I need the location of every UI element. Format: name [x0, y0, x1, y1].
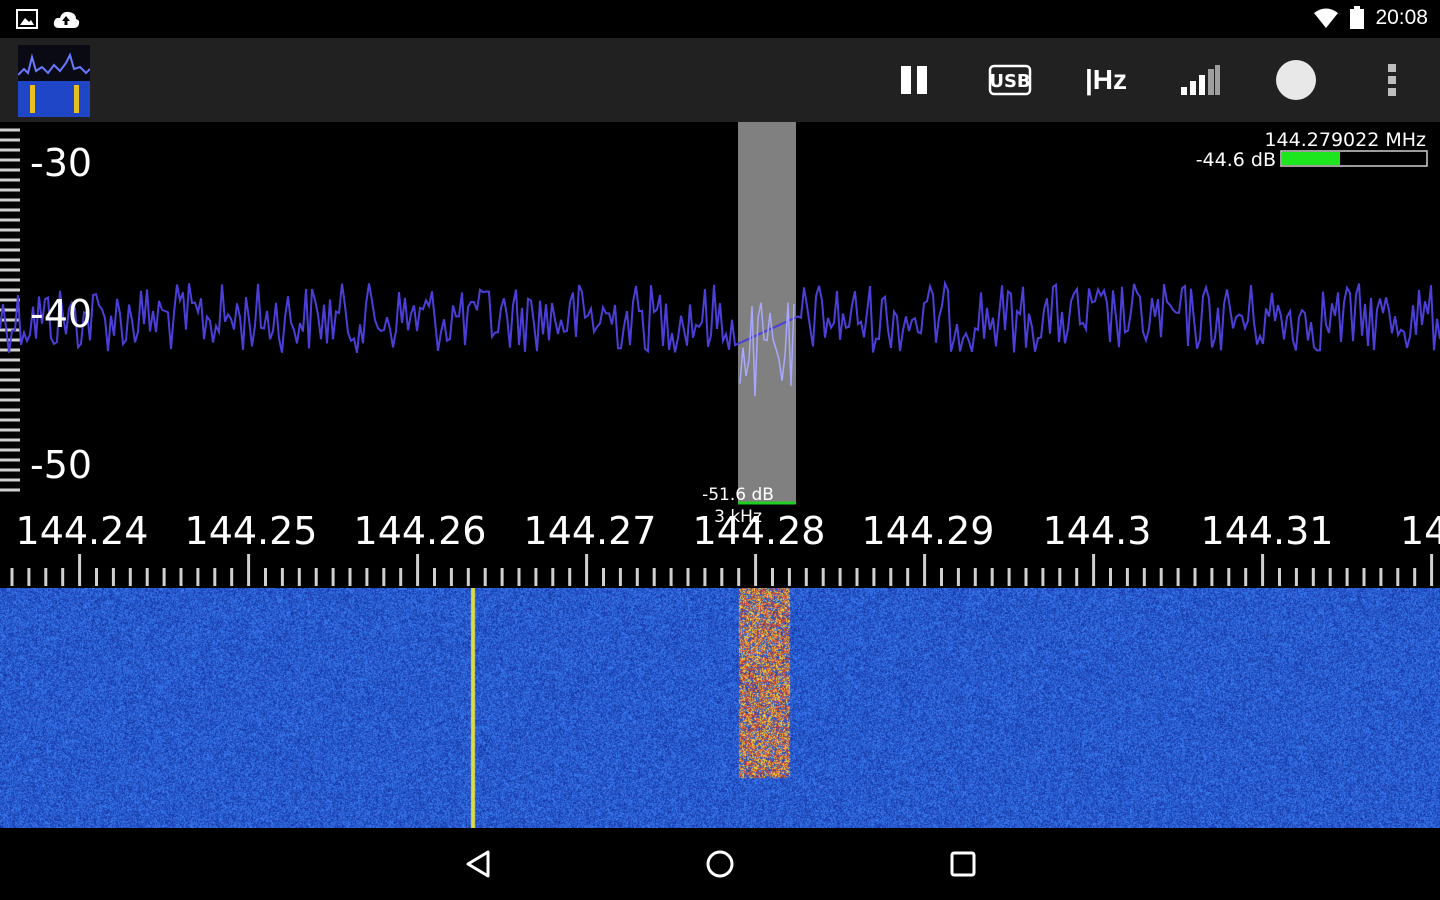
- home-circle-icon: [706, 850, 734, 878]
- spectrum-view[interactable]: -30 -40 -50 144.279022 MHz -44.6 dB -51.…: [0, 122, 1440, 588]
- level-label-40: -40: [30, 292, 92, 336]
- signal-strength-button[interactable]: [1176, 58, 1224, 102]
- action-bar: USB |Hz: [0, 38, 1440, 122]
- spectrum-trace: [0, 279, 1440, 354]
- signal-level: -44.6 dB: [1196, 149, 1276, 171]
- waterfall-canvas[interactable]: [0, 588, 1440, 828]
- frequency-axis-labels: 144.24 144.25 144.26 144.27 144.28 144.2…: [16, 509, 1440, 553]
- freq-label: 144.25: [185, 509, 318, 553]
- freq-label: 144: [1400, 509, 1440, 553]
- signal-level-meter: [1280, 150, 1428, 167]
- freq-label: 144.28: [693, 509, 826, 553]
- clock: 20:08: [1375, 6, 1428, 29]
- battery-icon: [1350, 6, 1365, 29]
- level-label-50: -50: [30, 443, 92, 487]
- recents-square-icon: [950, 851, 976, 877]
- signal-bars-icon: [1181, 65, 1220, 95]
- wifi-icon: [1314, 8, 1339, 28]
- home-button[interactable]: [696, 844, 744, 884]
- image-icon: [16, 9, 38, 29]
- overflow-menu-button[interactable]: [1368, 58, 1416, 102]
- freq-label: 144.24: [16, 509, 149, 553]
- freq-label: 144.27: [524, 509, 657, 553]
- freq-label: 144.29: [862, 509, 995, 553]
- pause-icon: [901, 66, 927, 94]
- spectrum-app-icon[interactable]: [18, 45, 90, 117]
- demodulation-label: USB: [989, 71, 1030, 92]
- recents-button[interactable]: [939, 844, 987, 884]
- navigation-bar: [0, 828, 1440, 900]
- freq-label: 144.3: [1043, 509, 1152, 553]
- back-button[interactable]: [454, 844, 502, 884]
- frequency-axis-ruler: [10, 554, 1434, 586]
- cloud-upload-icon: [53, 11, 80, 28]
- more-vert-icon: [1388, 64, 1396, 96]
- usb-mode-icon: USB: [988, 64, 1032, 96]
- status-bar: 20:08: [0, 0, 1440, 38]
- level-label-30: -30: [30, 141, 92, 185]
- back-triangle-icon: [466, 850, 490, 878]
- frequency-unit-label: |Hz: [1084, 64, 1128, 95]
- freq-label: 144.26: [354, 509, 487, 553]
- frequency-unit-button[interactable]: |Hz: [1080, 58, 1132, 102]
- record-circle-icon: [1276, 60, 1316, 100]
- freq-label: 144.31: [1201, 509, 1334, 553]
- pause-button[interactable]: [890, 58, 938, 102]
- record-button[interactable]: [1272, 58, 1320, 102]
- demodulation-button[interactable]: USB: [986, 58, 1034, 102]
- waterfall-view[interactable]: [0, 588, 1440, 828]
- tuned-frequency: 144.279022 MHz: [1264, 129, 1426, 151]
